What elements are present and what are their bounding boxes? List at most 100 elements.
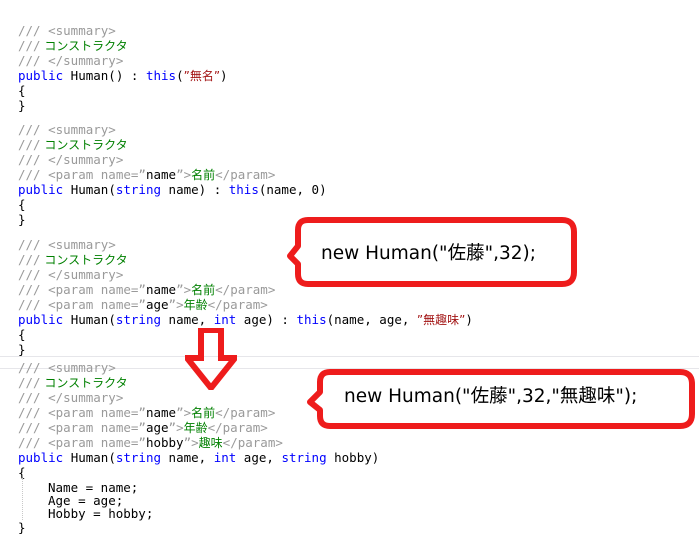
angle-close: > [183,167,192,182]
paren-close: ) [220,68,228,83]
string-literal-muumei: ”無名” [183,69,221,83]
code-line-param: /// <param name=”name”>名前</param> [18,282,275,297]
keyword-int: int [213,312,237,327]
code-line: /// <summary> [18,23,116,38]
angle-close: > [176,297,184,312]
xml-tag-summary-close: </summary> [40,390,124,405]
type-human: Human [70,450,109,465]
keyword-public: public [18,182,64,197]
close-brace: } [18,520,26,535]
code-line: /// コンストラクタ [18,137,128,152]
open-brace: { [18,327,26,342]
code-line: /// </summary> [18,267,123,282]
param-age: age) : [236,312,297,327]
xml-tag-param-open: <param name= [40,167,139,182]
code-line-param: /// <param name=”hobby”>趣味</param> [18,435,283,450]
paren-open: ( [108,450,116,465]
paren-close: ) [465,312,473,327]
code-line: /// </summary> [18,53,123,68]
xml-tag-param-open: <param name= [40,405,139,420]
comment-slashes: /// [18,152,41,167]
code-line: /// <summary> [18,237,116,252]
quote-close: ” [176,167,184,182]
comment-slashes: /// [18,23,41,38]
red-down-arrow [180,327,242,393]
code-line-brace: { [18,83,26,98]
indent-guide [22,478,24,520]
xml-tag-summary-close: </summary> [40,152,124,167]
xml-tag-param-close: </param> [207,297,268,312]
comment-slashes: /// [18,405,41,420]
editor-divider-line [0,356,699,357]
code-line-param: /// <param name=”name”>名前</param> [18,405,275,420]
callout-bubble-name-age[interactable]: new Human("佐藤",32); [287,216,578,288]
quote-close: ” [168,420,177,435]
keyword-string: string [115,182,162,197]
comment-text-japanese: コンストラクタ [40,39,128,53]
code-line-signature: public Human(string name, int age, strin… [18,450,379,465]
code-line-brace: { [18,327,26,342]
code-line-signature: public Human(string name) : this(name, 0… [18,182,327,197]
angle-close: > [176,420,184,435]
comment-slashes: /// [18,53,41,68]
param-text-japanese: 名前 [191,406,216,420]
quote-close: ” [176,282,184,297]
param-attr-value: age [145,297,169,312]
xml-tag-summary-close: </summary> [40,53,124,68]
angle-close: > [183,282,192,297]
param-age: age, [236,450,282,465]
keyword-string: string [115,312,162,327]
callout-bubble-name-age-hobby[interactable]: new Human("佐藤",32,"無趣味"); [307,368,696,430]
xml-tag-summary-open: <summary> [40,237,116,252]
open-brace: { [18,83,26,98]
quote-open: ” [138,420,146,435]
assignment-hobby: Hobby = hobby; [48,506,154,521]
xml-tag-param-close: </param> [215,167,276,182]
code-line: /// コンストラクタ [18,375,128,390]
quote-close: ” [176,405,184,420]
param-name: name) : [161,182,229,197]
comment-text-japanese: コンストラクタ [40,138,128,152]
keyword-this: this [145,68,177,83]
xml-tag-param-open: <param name= [40,282,139,297]
code-line-signature: public Human() : this(”無名”) [18,68,228,83]
keyword-this: this [228,182,259,197]
string-literal-mushumi: ”無趣味” [416,313,466,327]
xml-tag-summary-close: </summary> [40,267,124,282]
xml-tag-param-close: </param> [207,420,268,435]
xml-tag-param-close: </param> [215,282,276,297]
angle-close: > [183,405,192,420]
comment-slashes: /// [18,237,41,252]
param-attr-value: name [145,282,177,297]
code-line-param: /// <param name=”age”>年齢</param> [18,297,268,312]
param-attr-value: hobby [145,435,184,450]
param-text-japanese: 名前 [191,168,216,182]
param-text-japanese: 趣味 [198,436,223,450]
code-line: /// コンストラクタ [18,38,128,53]
comment-slashes: /// [18,375,41,390]
param-attr-value: age [145,420,169,435]
code-line-body: Hobby = hobby; [48,506,153,521]
quote-close: ” [183,435,192,450]
callout-text: new Human("佐藤",32,"無趣味"); [344,386,638,407]
code-line-signature: public Human(string name, int age) : thi… [18,312,473,327]
comment-slashes: /// [18,252,41,267]
code-line-brace: } [18,98,26,113]
param-text-japanese: 名前 [191,283,216,297]
comment-slashes: /// [18,390,41,405]
code-line-brace: } [18,342,26,357]
comment-slashes: /// [18,297,41,312]
keyword-public: public [18,312,64,327]
param-text-japanese: 年齢 [183,421,208,435]
xml-tag-param-open: <param name= [40,297,139,312]
comment-slashes: /// [18,282,41,297]
xml-tag-param-close: </param> [222,435,283,450]
keyword-int: int [213,450,237,465]
code-line-brace: } [18,212,26,227]
open-brace: { [18,197,26,212]
xml-tag-param-close: </param> [215,405,276,420]
this-args: (name, 0) [258,182,327,197]
